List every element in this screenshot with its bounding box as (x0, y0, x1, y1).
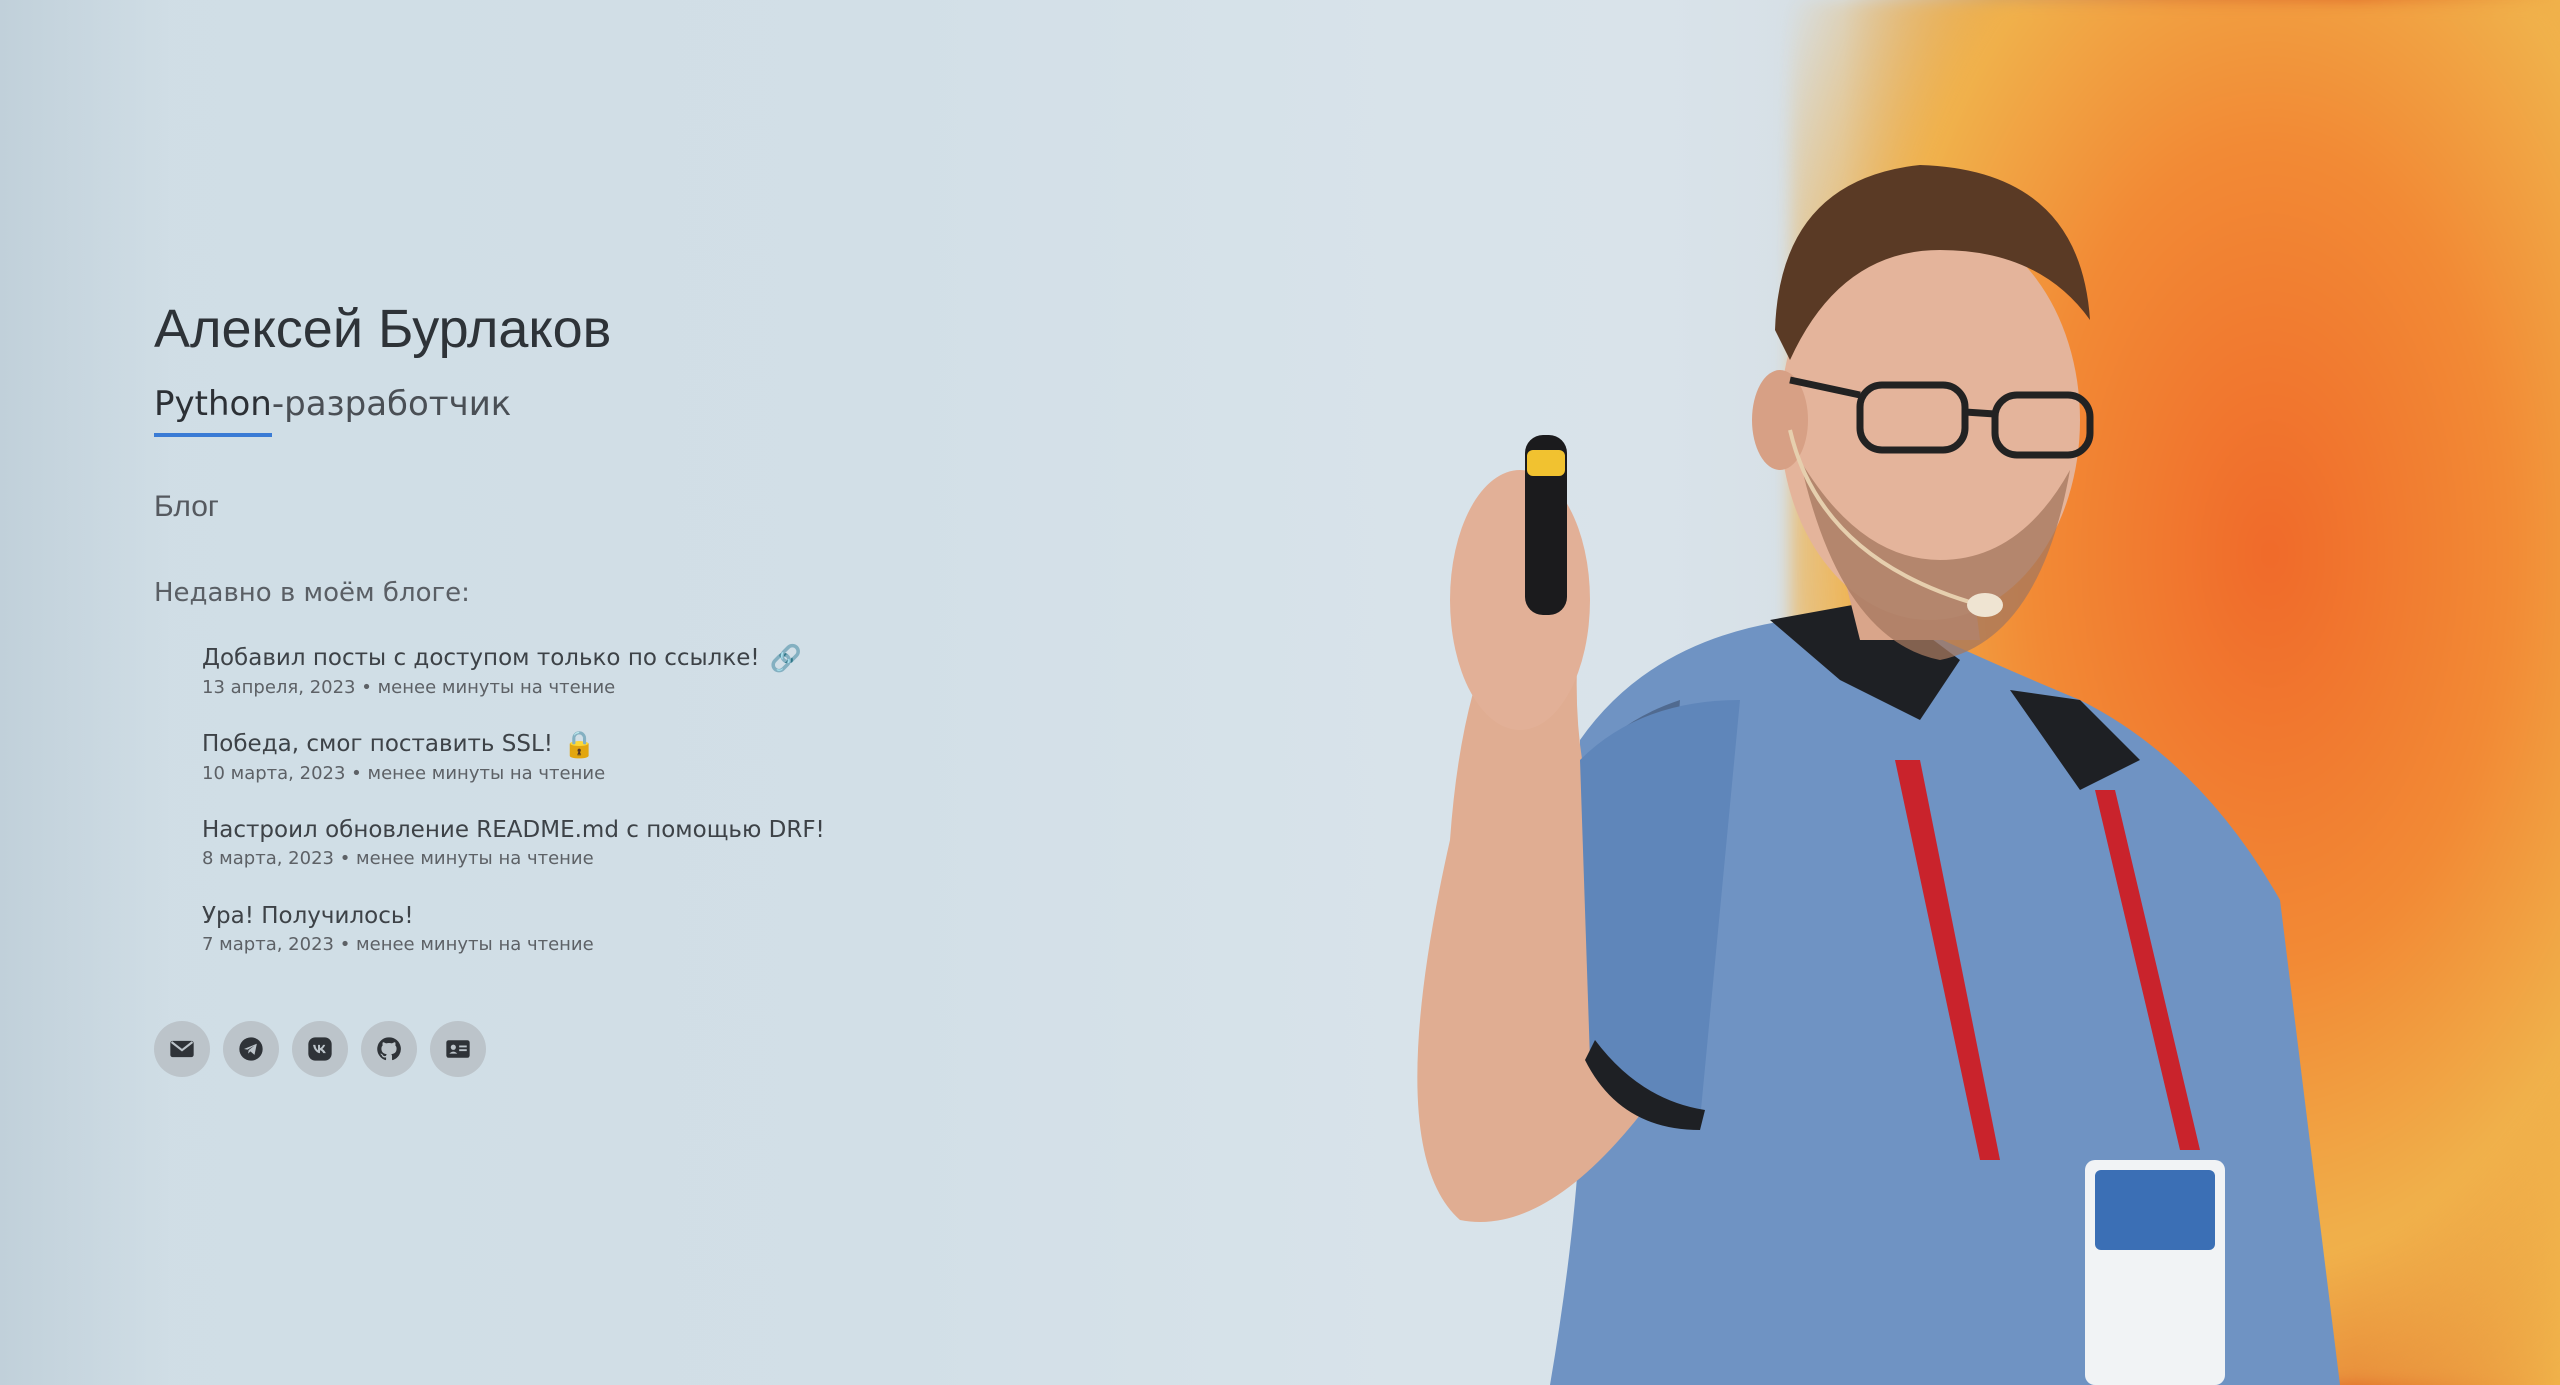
blog-link[interactable]: Блог (154, 490, 219, 524)
telegram-button[interactable] (223, 1021, 279, 1077)
post-title: Настроил обновление README.md с помощью … (202, 817, 825, 843)
role-highlight: Python (154, 384, 272, 424)
post-meta: 10 марта, 2023 • менее минуты на чтение (202, 762, 606, 784)
social-links (154, 1021, 486, 1077)
link-emoji-icon: 🔗 (769, 643, 803, 674)
post-title: Ура! Получилось! (202, 903, 414, 929)
author-role: Python-разработчик (154, 384, 511, 424)
role-rest: -разработчик (271, 384, 512, 424)
list-item: Победа, смог поставить SSL! 🔒 10 марта, 2… (202, 728, 825, 814)
list-item: Настроил обновление README.md с помощью … (202, 814, 825, 900)
github-icon (377, 1037, 401, 1061)
vk-button[interactable] (292, 1021, 348, 1077)
list-item: Добавил посты с доступом только по ссылк… (202, 642, 825, 728)
post-link[interactable]: Настроил обновление README.md с помощью … (202, 814, 825, 846)
list-item: Ура! Получилось! 7 марта, 2023 • менее м… (202, 900, 825, 986)
email-button[interactable] (154, 1021, 210, 1077)
post-title: Добавил посты с доступом только по ссылк… (202, 645, 760, 671)
vk-icon (308, 1037, 332, 1061)
post-meta: 7 марта, 2023 • менее минуты на чтение (202, 934, 594, 955)
recent-posts-list: Добавил посты с доступом только по ссылк… (202, 642, 825, 986)
post-title: Победа, смог поставить SSL! (202, 731, 554, 757)
speaker-illustration (1417, 165, 2340, 1385)
github-button[interactable] (361, 1021, 417, 1077)
recent-posts-heading: Недавно в моём блоге: (154, 578, 470, 608)
envelope-icon (170, 1040, 194, 1058)
lock-emoji-icon: 🔒 (563, 729, 596, 760)
background-shade (0, 0, 170, 1385)
telegram-icon (239, 1037, 263, 1061)
post-link[interactable]: Победа, смог поставить SSL! 🔒 (202, 728, 595, 761)
speaker-photo (1320, 0, 2560, 1385)
post-meta: 8 марта, 2023 • менее минуты на чтение (202, 848, 594, 869)
id-card-icon (446, 1040, 470, 1058)
post-link[interactable]: Ура! Получилось! (202, 900, 414, 932)
author-name: Алексей Бурлаков (154, 299, 612, 359)
post-meta: 13 апреля, 2023 • менее минуты на чтение (202, 676, 616, 698)
role-underline (154, 433, 272, 437)
contact-card-button[interactable] (430, 1021, 486, 1077)
post-link[interactable]: Добавил посты с доступом только по ссылк… (202, 642, 802, 675)
